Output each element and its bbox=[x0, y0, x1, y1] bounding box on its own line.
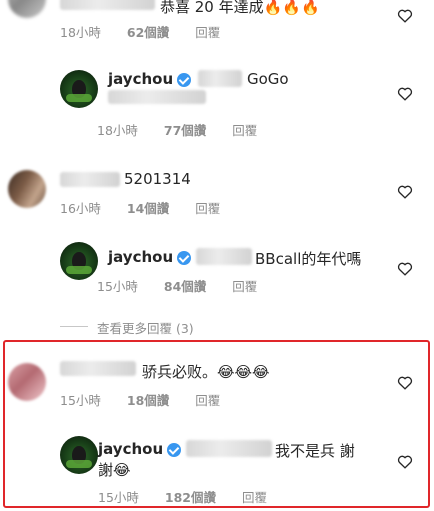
comment-meta: 16小時 14個讚 回覆 bbox=[60, 198, 242, 217]
like-count[interactable]: 182個讚 bbox=[165, 490, 216, 505]
username[interactable]: jaychou bbox=[98, 440, 163, 458]
verified-badge-icon bbox=[177, 73, 191, 87]
verified-badge-icon bbox=[177, 251, 191, 265]
username[interactable]: jaychou bbox=[108, 70, 173, 88]
comment-meta: 18小時 62個讚 回覆 bbox=[60, 22, 242, 41]
comment-item: 恭喜 20 年達成🔥🔥🔥 18小時 62個讚 回覆 bbox=[0, 0, 434, 45]
heart-icon[interactable] bbox=[397, 184, 413, 199]
comment-meta: 15小時 84個讚 回覆 bbox=[97, 276, 279, 295]
comment-time: 15小時 bbox=[98, 490, 139, 505]
like-count[interactable]: 77個讚 bbox=[164, 123, 206, 138]
avatar[interactable] bbox=[60, 242, 98, 280]
comment-time: 16小時 bbox=[60, 201, 101, 216]
avatar[interactable] bbox=[8, 363, 46, 401]
reply-button[interactable]: 回覆 bbox=[195, 393, 220, 408]
avatar[interactable] bbox=[60, 436, 98, 474]
comment-time: 18小時 bbox=[60, 25, 101, 40]
comment-item: 骄兵必败。😂😂😂 15小時 18個讚 回覆 bbox=[0, 355, 434, 415]
comment-text-continued: 謝😂 bbox=[98, 461, 131, 479]
verified-badge-icon bbox=[167, 443, 181, 457]
reply-button[interactable]: 回覆 bbox=[195, 25, 220, 40]
reply-button[interactable]: 回覆 bbox=[232, 123, 257, 138]
redacted-mention bbox=[108, 90, 206, 104]
comment-text: GoGo bbox=[247, 70, 289, 88]
comment-text: 我不是兵 謝 bbox=[275, 442, 355, 460]
like-count[interactable]: 62個讚 bbox=[127, 25, 169, 40]
replies-divider bbox=[60, 326, 88, 327]
redacted-mention bbox=[186, 440, 272, 457]
redacted-username bbox=[60, 172, 120, 187]
like-count[interactable]: 18個讚 bbox=[127, 393, 169, 408]
reply-item: jaychou GoGo 18小時 77個讚 回覆 bbox=[0, 62, 434, 142]
reply-button[interactable]: 回覆 bbox=[232, 279, 257, 294]
heart-icon[interactable] bbox=[397, 8, 413, 23]
comment-meta: 15小時 182個讚 回覆 bbox=[98, 487, 289, 506]
comment-time: 18小時 bbox=[97, 123, 138, 138]
heart-icon[interactable] bbox=[397, 86, 413, 101]
heart-icon[interactable] bbox=[397, 375, 413, 390]
like-count[interactable]: 14個讚 bbox=[127, 201, 169, 216]
like-count[interactable]: 84個讚 bbox=[164, 279, 206, 294]
comment-item: 5201314 16小時 14個讚 回覆 bbox=[0, 160, 434, 220]
reply-button[interactable]: 回覆 bbox=[242, 490, 267, 505]
reply-item: jaychou 我不是兵 謝 謝😂 15小時 182個讚 回覆 bbox=[0, 430, 434, 508]
redacted-username bbox=[60, 0, 155, 10]
comment-text: 骄兵必败。😂😂😂 bbox=[142, 363, 270, 381]
comment-text: 5201314 bbox=[124, 170, 191, 188]
heart-icon[interactable] bbox=[397, 261, 413, 276]
redacted-mention bbox=[196, 248, 252, 265]
avatar[interactable] bbox=[8, 0, 46, 18]
comment-text: 恭喜 20 年達成🔥🔥🔥 bbox=[160, 0, 320, 16]
view-more-replies-link[interactable]: 查看更多回覆 (3) bbox=[97, 318, 194, 337]
comment-meta: 15小時 18個讚 回覆 bbox=[60, 390, 242, 409]
reply-button[interactable]: 回覆 bbox=[195, 201, 220, 216]
comment-text: BBcall的年代嗎 bbox=[255, 250, 362, 268]
redacted-mention bbox=[198, 70, 242, 87]
username[interactable]: jaychou bbox=[108, 248, 173, 266]
avatar[interactable] bbox=[60, 70, 98, 108]
avatar[interactable] bbox=[8, 170, 46, 208]
reply-item: jaychou BBcall的年代嗎 15小時 84個讚 回覆 bbox=[0, 238, 434, 298]
comment-time: 15小時 bbox=[97, 279, 138, 294]
redacted-username bbox=[60, 361, 136, 376]
comment-time: 15小時 bbox=[60, 393, 101, 408]
heart-icon[interactable] bbox=[397, 454, 413, 469]
comment-meta: 18小時 77個讚 回覆 bbox=[97, 120, 279, 139]
